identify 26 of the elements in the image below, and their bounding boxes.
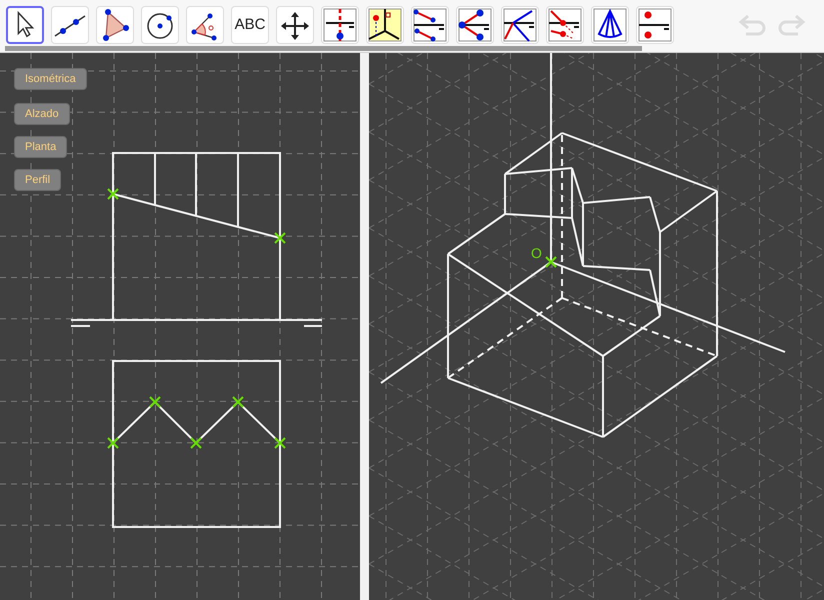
point-marker[interactable] bbox=[274, 232, 286, 244]
tool-button[interactable] bbox=[6, 6, 44, 44]
toolbar-scrollbar[interactable] bbox=[5, 46, 642, 51]
view-button[interactable]: Alzado bbox=[14, 103, 70, 125]
dihedral-3d-icon bbox=[367, 7, 403, 43]
view-button[interactable]: Isométrica bbox=[14, 68, 87, 90]
point-marker[interactable] bbox=[107, 437, 119, 449]
left-graphics-view[interactable]: Isométrica Alzado Planta Perfil bbox=[0, 53, 360, 600]
point-marker[interactable] bbox=[232, 396, 244, 408]
segments-icon bbox=[412, 7, 448, 43]
tool-button[interactable]: ABC bbox=[231, 6, 269, 44]
point-marker[interactable] bbox=[149, 396, 161, 408]
view-button[interactable]: Planta bbox=[14, 136, 68, 158]
dihedral-icon bbox=[322, 7, 358, 43]
view-button[interactable]: Perfil bbox=[14, 169, 62, 191]
crossing-lines-icon bbox=[502, 7, 538, 43]
point-marker[interactable] bbox=[274, 437, 286, 449]
cone-icon bbox=[592, 7, 628, 43]
point-marker[interactable] bbox=[107, 188, 119, 200]
points-icon bbox=[637, 7, 673, 43]
point-marker[interactable] bbox=[545, 256, 557, 268]
projection-lines-icon bbox=[547, 7, 583, 43]
fan-lines-icon bbox=[457, 7, 493, 43]
right-graphics-view[interactable]: O bbox=[369, 53, 824, 600]
point-marker[interactable] bbox=[190, 437, 202, 449]
origin-label: O bbox=[531, 245, 542, 261]
